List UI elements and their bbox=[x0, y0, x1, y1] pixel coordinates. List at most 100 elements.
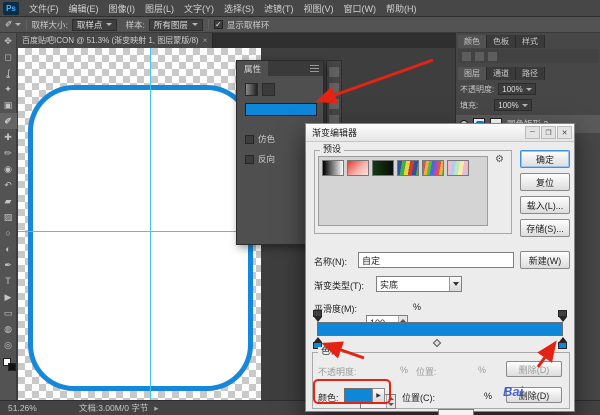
panel-icon[interactable] bbox=[475, 52, 484, 61]
panel-tab[interactable]: 图层 bbox=[458, 67, 487, 80]
save-button[interactable]: 存储(S)... bbox=[520, 219, 570, 237]
gradient-type-value: 实底 bbox=[380, 278, 398, 291]
canvas[interactable] bbox=[18, 48, 261, 400]
panel-icon[interactable] bbox=[329, 99, 339, 109]
opacity-stop-left[interactable] bbox=[313, 310, 322, 322]
tool-icon[interactable]: ✚ bbox=[0, 129, 17, 145]
maximize-icon[interactable]: ❐ bbox=[541, 126, 556, 139]
panel-tab[interactable]: 色板 bbox=[487, 35, 516, 48]
tool-icon[interactable]: ✦ bbox=[0, 81, 17, 97]
minimize-icon[interactable]: ─ bbox=[525, 126, 540, 139]
panel-tab[interactable]: 颜色 bbox=[458, 35, 487, 48]
color-swatch-arrow-icon[interactable]: ▶ bbox=[372, 388, 385, 403]
delete-color-stop-button[interactable]: 删除(D) bbox=[506, 387, 562, 403]
load-button[interactable]: 载入(L)... bbox=[520, 196, 570, 214]
panel-tab[interactable]: 路径 bbox=[516, 67, 545, 80]
document-tab-bar: 百度贴吧ICON @ 51.3% (渐变映射 1, 图层蒙版/8) × bbox=[17, 33, 455, 48]
opacity-label: 不透明度: bbox=[460, 84, 494, 95]
ok-button[interactable]: 确定 bbox=[520, 150, 570, 168]
tool-icon[interactable]: ◐ bbox=[0, 241, 17, 257]
panel-icon[interactable] bbox=[329, 67, 339, 77]
eyedropper-tool-icon[interactable]: ✐ bbox=[5, 19, 13, 30]
menu-item[interactable]: 图层(L) bbox=[140, 2, 179, 15]
tool-icon[interactable]: ▰ bbox=[0, 193, 17, 209]
panel-icon[interactable] bbox=[462, 52, 471, 61]
panel-icon[interactable] bbox=[488, 52, 497, 61]
tool-icon[interactable]: ◎ bbox=[0, 337, 17, 353]
menu-item[interactable]: 编辑(E) bbox=[64, 2, 104, 15]
opacity-stop-right[interactable] bbox=[558, 310, 567, 322]
gradient-type-dropdown[interactable]: 实底 bbox=[376, 276, 462, 292]
tool-icon[interactable]: ↶ bbox=[0, 177, 17, 193]
gradient-preset-thumbnail[interactable] bbox=[397, 160, 419, 176]
document-tab[interactable]: 百度贴吧ICON @ 51.3% (渐变映射 1, 图层蒙版/8) × bbox=[17, 33, 213, 48]
menu-item[interactable]: 选择(S) bbox=[219, 2, 259, 15]
close-icon[interactable]: ✕ bbox=[557, 126, 572, 139]
status-expand-icon[interactable]: ▸ bbox=[154, 403, 158, 414]
gradient-preset-thumbnail[interactable] bbox=[422, 160, 444, 176]
tool-icon[interactable]: ◍ bbox=[0, 321, 17, 337]
reverse-checkbox[interactable] bbox=[245, 155, 254, 164]
tool-icon[interactable]: ▨ bbox=[0, 209, 17, 225]
menu-item[interactable]: 文字(Y) bbox=[179, 2, 219, 15]
vertical-guide bbox=[150, 48, 151, 400]
gradient-edit-bar[interactable] bbox=[317, 322, 563, 336]
show-ring-checkbox[interactable]: ✓ bbox=[214, 20, 223, 29]
stops-label: 色标 bbox=[318, 347, 342, 356]
menu-items: 文件(F)编辑(E)图像(I)图层(L)文字(Y)选择(S)滤镜(T)视图(V)… bbox=[24, 2, 422, 15]
tool-icon[interactable]: ◉ bbox=[0, 161, 17, 177]
menu-item[interactable]: 滤镜(T) bbox=[259, 2, 299, 15]
tool-icon[interactable]: ✥ bbox=[0, 33, 17, 49]
name-input[interactable]: 自定 bbox=[358, 252, 514, 268]
gear-icon[interactable]: ⚙ bbox=[495, 154, 504, 165]
menu-item[interactable]: 窗口(W) bbox=[339, 2, 382, 15]
panel-tab[interactable]: 通道 bbox=[487, 67, 516, 80]
menu-item[interactable]: 帮助(H) bbox=[381, 2, 422, 15]
opacity-dropdown[interactable]: 100% bbox=[498, 83, 535, 95]
gradient-preset-thumbnail[interactable] bbox=[372, 160, 394, 176]
color-stop-right[interactable] bbox=[558, 337, 567, 349]
properties-panel-header: 属性 bbox=[237, 61, 323, 76]
midpoint-diamond[interactable] bbox=[433, 339, 441, 347]
tool-icon[interactable]: ◻ bbox=[0, 49, 17, 65]
sample-label: 样本: bbox=[125, 19, 144, 31]
reset-button[interactable]: 复位 bbox=[520, 173, 570, 191]
menu-item[interactable]: 文件(F) bbox=[24, 2, 64, 15]
new-button[interactable]: 新建(W) bbox=[520, 251, 570, 269]
tool-preset-arrow-icon[interactable] bbox=[15, 23, 21, 26]
sample-dropdown[interactable]: 所有图层 bbox=[149, 19, 203, 31]
tool-icon[interactable]: ✏ bbox=[0, 145, 17, 161]
menu-item[interactable]: 视图(V) bbox=[299, 2, 339, 15]
tab-properties[interactable]: 属性 bbox=[237, 61, 268, 76]
background-color-swatch[interactable] bbox=[8, 363, 16, 371]
tool-icon[interactable]: ○ bbox=[0, 225, 17, 241]
tool-icon[interactable]: ʆ bbox=[0, 65, 17, 81]
panel-menu-icon[interactable] bbox=[310, 65, 319, 72]
gradient-preset-thumbnail[interactable] bbox=[322, 160, 344, 176]
tool-icon[interactable]: ▣ bbox=[0, 97, 17, 113]
panel-icon[interactable] bbox=[329, 83, 339, 93]
document-tab-title: 百度贴吧ICON @ 51.3% (渐变映射 1, 图层蒙版/8) bbox=[22, 35, 199, 46]
sample-size-dropdown[interactable]: 取样点 bbox=[72, 19, 118, 31]
gradient-preset-thumbnail[interactable] bbox=[447, 160, 469, 176]
tool-icon[interactable]: ✒ bbox=[0, 257, 17, 273]
fill-dropdown[interactable]: 100% bbox=[494, 99, 531, 111]
gradient-fill-icon[interactable] bbox=[245, 83, 258, 96]
zoom-level[interactable]: 51.26% bbox=[8, 403, 37, 413]
gradient-preset-thumbnail[interactable] bbox=[347, 160, 369, 176]
color-swatch[interactable] bbox=[344, 388, 372, 403]
fill-label: 填充: bbox=[460, 100, 478, 111]
tool-icon[interactable]: ▭ bbox=[0, 305, 17, 321]
panel-tab[interactable]: 样式 bbox=[516, 35, 545, 48]
tool-icon[interactable]: T bbox=[0, 273, 17, 289]
dither-checkbox[interactable] bbox=[245, 135, 254, 144]
gradient-preview-bar[interactable] bbox=[245, 103, 317, 116]
spinner-icon bbox=[386, 395, 395, 408]
pattern-fill-icon[interactable] bbox=[262, 83, 275, 96]
menu-item[interactable]: 图像(I) bbox=[104, 2, 141, 15]
tool-icon[interactable]: ▶ bbox=[0, 289, 17, 305]
tool-icon[interactable]: ✐ bbox=[0, 113, 17, 129]
stop-opacity-unit: % bbox=[400, 365, 408, 375]
close-icon[interactable]: × bbox=[203, 36, 208, 45]
photoshop-window: Ps 文件(F)编辑(E)图像(I)图层(L)文字(Y)选择(S)滤镜(T)视图… bbox=[0, 0, 600, 415]
